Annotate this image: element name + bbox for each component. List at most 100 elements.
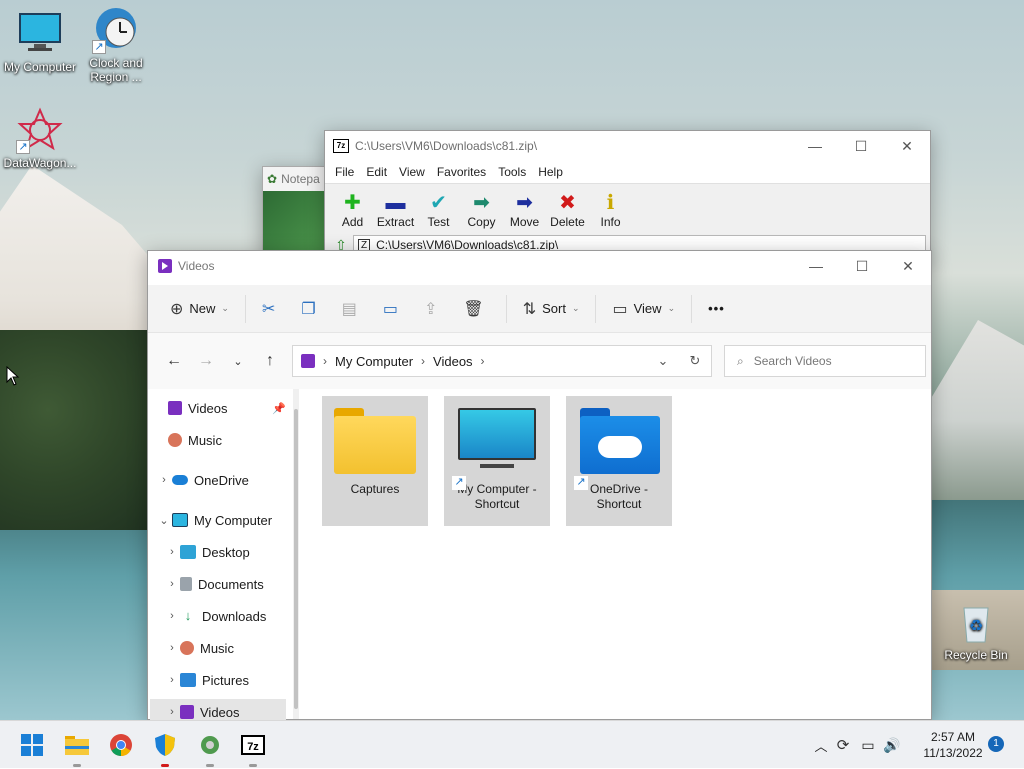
show-hidden-icons-chevron-icon[interactable]: ︿ xyxy=(812,736,830,755)
sidebar-item-onedrive[interactable]: › OneDrive xyxy=(156,467,296,493)
chevron-right-icon[interactable]: › xyxy=(164,546,180,558)
maximize-button[interactable]: ☐ xyxy=(838,131,884,161)
trash-icon: 🗑 xyxy=(463,300,484,318)
copy-icon: ❐ xyxy=(301,300,316,318)
file-item-captures[interactable]: Captures xyxy=(322,396,428,526)
test-button[interactable]: ✔ Test xyxy=(417,191,460,229)
volume-icon[interactable]: 🔊 xyxy=(880,737,904,754)
menu-favorites[interactable]: Favorites xyxy=(431,165,492,179)
sidebar-item-pictures[interactable]: › Pictures xyxy=(164,667,304,693)
pin-icon: 📌 xyxy=(272,402,286,415)
copy-button[interactable]: ❐ xyxy=(291,293,331,325)
taskbar-file-explorer[interactable] xyxy=(63,731,91,767)
paste-button[interactable]: ▤ xyxy=(332,293,373,325)
notepad-window[interactable]: ✿ Notepa xyxy=(262,166,332,256)
sync-icon[interactable]: ⟳ xyxy=(830,736,856,754)
taskbar-security[interactable] xyxy=(151,731,179,767)
extract-icon: ▬ xyxy=(385,192,406,214)
start-button[interactable] xyxy=(18,731,46,759)
menu-help[interactable]: Help xyxy=(532,165,569,179)
paste-icon: ▤ xyxy=(341,300,357,318)
scrollbar-thumb[interactable] xyxy=(294,409,298,709)
chevron-right-icon[interactable]: › xyxy=(164,706,180,718)
sort-button[interactable]: ⇅ Sort ⌄ xyxy=(513,293,590,325)
folder-icon xyxy=(332,408,418,474)
sidebar-scrollbar[interactable] xyxy=(293,389,299,719)
rename-button[interactable]: ▭ xyxy=(373,293,414,325)
sidebar-item-music[interactable]: › Music xyxy=(164,635,304,661)
notepad-app-icon: ✿ xyxy=(267,172,278,186)
move-button[interactable]: ➡ Move xyxy=(503,191,546,229)
minimize-button[interactable]: — xyxy=(792,131,838,161)
chevron-right-icon[interactable]: › xyxy=(164,674,180,686)
file-item-label: Captures xyxy=(350,482,400,496)
documents-icon xyxy=(180,577,192,591)
desktop-icon-my-computer[interactable]: My Computer xyxy=(0,10,80,74)
cut-button[interactable]: ✂ xyxy=(252,293,291,325)
network-icon[interactable]: ▭ xyxy=(856,737,880,754)
chevron-right-icon[interactable]: › xyxy=(164,610,180,622)
up-button[interactable]: ↑ xyxy=(254,352,286,370)
close-button[interactable]: ✕ xyxy=(884,131,930,161)
minimize-button[interactable]: — xyxy=(793,251,839,281)
sidebar-item-downloads[interactable]: › ↓ Downloads xyxy=(164,603,304,629)
menu-tools[interactable]: Tools xyxy=(492,165,532,179)
new-button[interactable]: ⊕ New ⌄ xyxy=(160,293,239,325)
file-item-my-computer-shortcut[interactable]: ↗ My Computer - Shortcut xyxy=(444,396,550,526)
search-input[interactable]: ⌕ Search Videos xyxy=(724,345,926,377)
7zip-icon: 7z xyxy=(241,735,265,755)
delete-button[interactable]: ✖ Delete xyxy=(546,191,589,229)
desktop-icon-recycle-bin[interactable]: ♻ Recycle Bin xyxy=(936,598,1016,662)
explorer-window[interactable]: Videos — ☐ ✕ ⊕ New ⌄ ✂ ❐ ▤ ▭ ⇪ 🗑 ⇅ Sort ⌄ ▭ V… xyxy=(147,250,932,720)
7zip-window[interactable]: 7z C:\Users\VM6\Downloads\c81.zip\ — ☐ ✕… xyxy=(324,130,931,260)
menu-view[interactable]: View xyxy=(393,165,431,179)
sidebar-item-desktop[interactable]: › Desktop xyxy=(164,539,304,565)
info-button[interactable]: ℹ Info xyxy=(589,191,632,229)
breadcrumb-my-computer[interactable]: My Computer xyxy=(335,354,413,369)
recent-locations-button[interactable]: ⌄ xyxy=(222,355,254,368)
taskbar-chrome[interactable] xyxy=(107,731,135,759)
menu-file[interactable]: File xyxy=(329,165,360,179)
onedrive-folder-icon xyxy=(576,408,662,474)
computer-icon xyxy=(172,513,188,527)
maximize-button[interactable]: ☐ xyxy=(839,251,885,281)
delete-button[interactable]: 🗑 xyxy=(453,293,499,325)
more-options-button[interactable]: ••• xyxy=(698,293,735,325)
refresh-button[interactable]: ↻ xyxy=(679,353,711,369)
share-button[interactable]: ⇪ xyxy=(414,293,453,325)
sidebar-item-videos[interactable]: › Videos xyxy=(150,699,286,720)
taskbar-datawagon[interactable] xyxy=(196,731,224,767)
system-tray: ︿ ⟳ ▭ 🔊 xyxy=(812,721,904,769)
chevron-right-icon[interactable]: › xyxy=(164,642,180,654)
extract-button[interactable]: ▬ Extract xyxy=(374,191,417,229)
file-item-onedrive-shortcut[interactable]: ↗ OneDrive - Shortcut xyxy=(566,396,672,526)
back-button[interactable]: ← xyxy=(158,352,190,370)
copy-button[interactable]: ➡ Copy xyxy=(460,191,503,229)
sidebar-item-label: Videos xyxy=(188,400,228,416)
notepad-titlebar[interactable]: ✿ Notepa xyxy=(263,167,331,191)
add-button[interactable]: ✚ Add xyxy=(331,191,374,229)
sidebar-item-videos-quick[interactable]: Videos 📌 xyxy=(168,395,288,421)
desktop-icon-datawagon[interactable]: ↗ DataWagon... xyxy=(0,106,80,170)
chevron-down-icon[interactable]: ⌄ xyxy=(156,514,172,527)
menu-edit[interactable]: Edit xyxy=(360,165,393,179)
desktop-icon-clock-region[interactable]: ↗ Clock and Region ... xyxy=(76,6,156,84)
chevron-right-icon[interactable]: › xyxy=(164,578,180,590)
taskbar-7zip[interactable]: 7z xyxy=(239,731,267,767)
view-button[interactable]: ▭ View ⌄ xyxy=(602,293,685,325)
address-bar[interactable]: › My Computer › Videos › ⌄ ↻ xyxy=(292,345,712,377)
close-button[interactable]: ✕ xyxy=(885,251,931,281)
new-label: New xyxy=(189,301,216,316)
sidebar-item-my-computer[interactable]: ⌄ My Computer xyxy=(156,507,296,533)
forward-button[interactable]: → xyxy=(190,352,222,370)
breadcrumb-videos[interactable]: Videos xyxy=(433,354,473,369)
address-history-dropdown[interactable]: ⌄ xyxy=(647,353,679,369)
divider xyxy=(244,294,246,323)
delete-icon: ✖ xyxy=(559,192,576,214)
notification-badge[interactable]: 1 xyxy=(988,736,1004,752)
sidebar-item-documents[interactable]: › Documents xyxy=(164,571,304,597)
add-label: Add xyxy=(341,215,364,229)
sidebar-item-music-quick[interactable]: Music xyxy=(168,427,308,453)
taskbar-clock[interactable]: 2:57 AM 11/13/2022 xyxy=(918,729,988,761)
chevron-right-icon[interactable]: › xyxy=(156,474,172,486)
